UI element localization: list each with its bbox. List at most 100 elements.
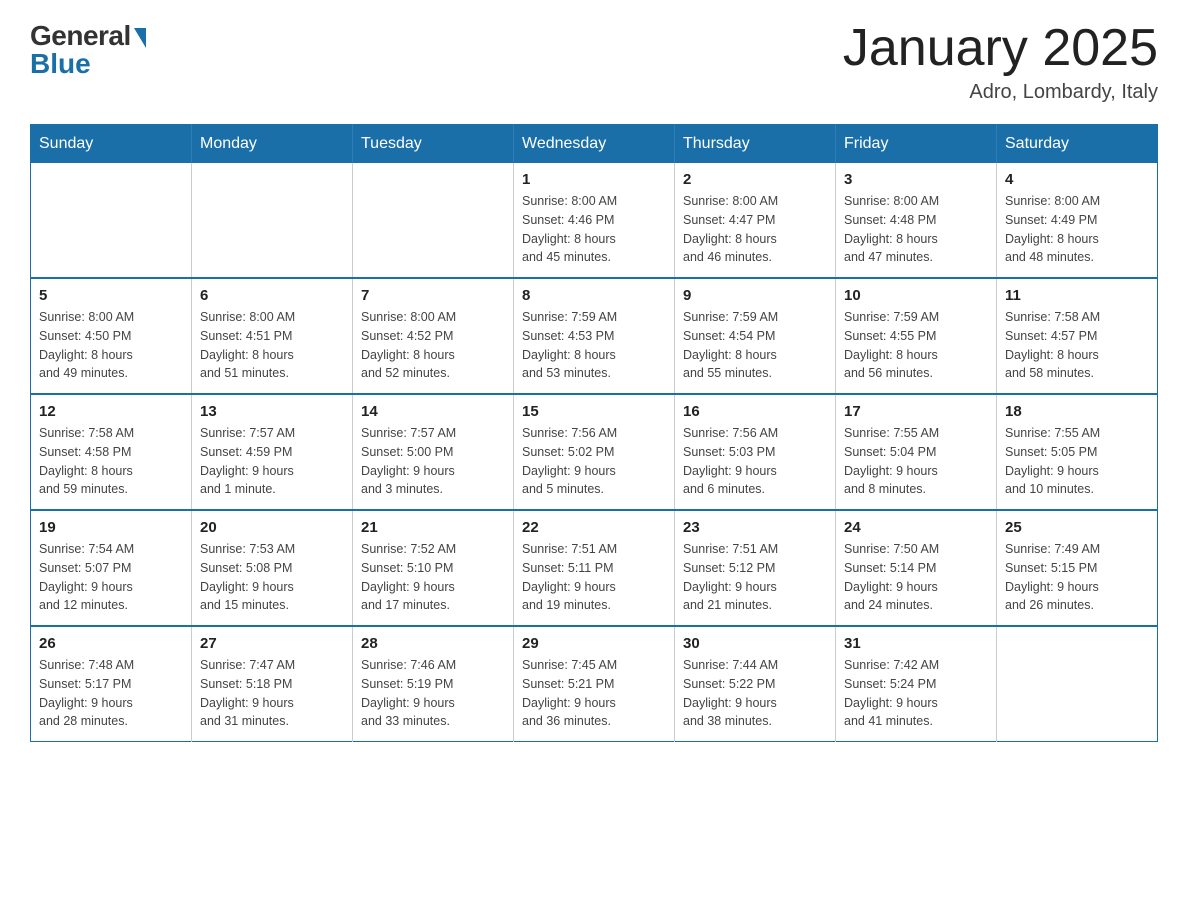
calendar-day-header-tuesday: Tuesday [353, 125, 514, 164]
calendar-cell: 30 Sunrise: 7:44 AMSunset: 5:22 PMDayligh… [675, 626, 836, 742]
day-number: 6 [200, 287, 344, 304]
calendar-cell: 1 Sunrise: 8:00 AMSunset: 4:46 PMDaylight… [514, 163, 675, 278]
calendar-cell: 16Sunrise: 7:56 AMSunset: 5:03 PMDayligh… [675, 394, 836, 510]
calendar-week-row: 19 Sunrise: 7:54 AMSunset: 5:07 PMDayligh… [31, 510, 1158, 626]
location-text: Adro, Lombardy, Italy [843, 81, 1158, 104]
month-title: January 2025 [843, 20, 1158, 77]
day-info: Sunrise: 7:54 AMSunset: 5:07 PMDaylight:… [39, 540, 183, 615]
day-number: 14 [361, 403, 505, 420]
day-info: Sunrise: 7:59 AMSunset: 4:55 PMDaylight:… [844, 308, 988, 383]
day-info: Sunrise: 7:58 AMSunset: 4:57 PMDaylight:… [1005, 308, 1149, 383]
day-info: Sunrise: 7:59 AMSunset: 4:54 PMDaylight:… [683, 308, 827, 383]
day-number: 25 [1005, 519, 1149, 536]
calendar-cell: 15Sunrise: 7:56 AMSunset: 5:02 PMDayligh… [514, 394, 675, 510]
calendar-cell: 8 Sunrise: 7:59 AMSunset: 4:53 PMDaylight… [514, 278, 675, 394]
day-info: Sunrise: 7:55 AMSunset: 5:04 PMDaylight:… [844, 424, 988, 499]
calendar-week-row: 1 Sunrise: 8:00 AMSunset: 4:46 PMDaylight… [31, 163, 1158, 278]
day-number: 19 [39, 519, 183, 536]
day-info: Sunrise: 7:46 AMSunset: 5:19 PMDaylight:… [361, 656, 505, 731]
calendar-day-header-saturday: Saturday [997, 125, 1158, 164]
day-info: Sunrise: 8:00 AMSunset: 4:49 PMDaylight:… [1005, 192, 1149, 267]
calendar-cell [997, 626, 1158, 742]
day-info: Sunrise: 8:00 AMSunset: 4:48 PMDaylight:… [844, 192, 988, 267]
day-number: 9 [683, 287, 827, 304]
day-number: 7 [361, 287, 505, 304]
calendar-cell: 18 Sunrise: 7:55 AMSunset: 5:05 PMDayligh… [997, 394, 1158, 510]
calendar-cell: 14 Sunrise: 7:57 AMSunset: 5:00 PMDayligh… [353, 394, 514, 510]
day-number: 1 [522, 171, 666, 188]
calendar-cell: 21 Sunrise: 7:52 AMSunset: 5:10 PMDayligh… [353, 510, 514, 626]
calendar-day-header-monday: Monday [192, 125, 353, 164]
calendar-cell: 19 Sunrise: 7:54 AMSunset: 5:07 PMDayligh… [31, 510, 192, 626]
day-number: 21 [361, 519, 505, 536]
calendar-header-row: SundayMondayTuesdayWednesdayThursdayFrid… [31, 125, 1158, 164]
day-number: 23 [683, 519, 827, 536]
day-info: Sunrise: 8:00 AMSunset: 4:51 PMDaylight:… [200, 308, 344, 383]
title-section: January 2025 Adro, Lombardy, Italy [843, 20, 1158, 104]
logo: General Blue [30, 20, 146, 80]
calendar-day-header-wednesday: Wednesday [514, 125, 675, 164]
day-number: 8 [522, 287, 666, 304]
day-number: 2 [683, 171, 827, 188]
day-number: 28 [361, 635, 505, 652]
calendar-cell: 27Sunrise: 7:47 AMSunset: 5:18 PMDayligh… [192, 626, 353, 742]
calendar-cell: 12 Sunrise: 7:58 AMSunset: 4:58 PMDayligh… [31, 394, 192, 510]
calendar-table: SundayMondayTuesdayWednesdayThursdayFrid… [30, 124, 1158, 742]
day-number: 30 [683, 635, 827, 652]
calendar-cell: 5Sunrise: 8:00 AMSunset: 4:50 PMDaylight… [31, 278, 192, 394]
day-info: Sunrise: 7:45 AMSunset: 5:21 PMDaylight:… [522, 656, 666, 731]
day-number: 16 [683, 403, 827, 420]
logo-triangle-icon [134, 28, 146, 48]
day-info: Sunrise: 7:49 AMSunset: 5:15 PMDaylight:… [1005, 540, 1149, 615]
calendar-cell: 3 Sunrise: 8:00 AMSunset: 4:48 PMDaylight… [836, 163, 997, 278]
day-number: 13 [200, 403, 344, 420]
day-info: Sunrise: 7:48 AMSunset: 5:17 PMDaylight:… [39, 656, 183, 731]
calendar-week-row: 12 Sunrise: 7:58 AMSunset: 4:58 PMDayligh… [31, 394, 1158, 510]
day-number: 26 [39, 635, 183, 652]
day-number: 29 [522, 635, 666, 652]
day-info: Sunrise: 7:51 AMSunset: 5:11 PMDaylight:… [522, 540, 666, 615]
day-number: 4 [1005, 171, 1149, 188]
calendar-week-row: 26 Sunrise: 7:48 AMSunset: 5:17 PMDayligh… [31, 626, 1158, 742]
calendar-cell: 2 Sunrise: 8:00 AMSunset: 4:47 PMDaylight… [675, 163, 836, 278]
day-info: Sunrise: 8:00 AMSunset: 4:50 PMDaylight:… [39, 308, 183, 383]
day-info: Sunrise: 7:51 AMSunset: 5:12 PMDaylight:… [683, 540, 827, 615]
day-info: Sunrise: 7:57 AMSunset: 4:59 PMDaylight:… [200, 424, 344, 499]
day-number: 10 [844, 287, 988, 304]
day-info: Sunrise: 8:00 AMSunset: 4:46 PMDaylight:… [522, 192, 666, 267]
day-info: Sunrise: 7:57 AMSunset: 5:00 PMDaylight:… [361, 424, 505, 499]
day-number: 3 [844, 171, 988, 188]
calendar-day-header-sunday: Sunday [31, 125, 192, 164]
calendar-cell: 28 Sunrise: 7:46 AMSunset: 5:19 PMDayligh… [353, 626, 514, 742]
day-info: Sunrise: 7:50 AMSunset: 5:14 PMDaylight:… [844, 540, 988, 615]
day-number: 18 [1005, 403, 1149, 420]
calendar-cell: 13 Sunrise: 7:57 AMSunset: 4:59 PMDayligh… [192, 394, 353, 510]
calendar-cell: 22 Sunrise: 7:51 AMSunset: 5:11 PMDayligh… [514, 510, 675, 626]
day-number: 17 [844, 403, 988, 420]
day-info: Sunrise: 7:44 AMSunset: 5:22 PMDaylight:… [683, 656, 827, 731]
calendar-cell: 20Sunrise: 7:53 AMSunset: 5:08 PMDayligh… [192, 510, 353, 626]
day-info: Sunrise: 7:42 AMSunset: 5:24 PMDaylight:… [844, 656, 988, 731]
calendar-cell: 11 Sunrise: 7:58 AMSunset: 4:57 PMDayligh… [997, 278, 1158, 394]
day-info: Sunrise: 7:58 AMSunset: 4:58 PMDaylight:… [39, 424, 183, 499]
day-info: Sunrise: 7:59 AMSunset: 4:53 PMDaylight:… [522, 308, 666, 383]
calendar-week-row: 5Sunrise: 8:00 AMSunset: 4:50 PMDaylight… [31, 278, 1158, 394]
day-number: 15 [522, 403, 666, 420]
day-info: Sunrise: 7:52 AMSunset: 5:10 PMDaylight:… [361, 540, 505, 615]
page-header: General Blue January 2025 Adro, Lombardy… [30, 20, 1158, 104]
calendar-cell: 10 Sunrise: 7:59 AMSunset: 4:55 PMDayligh… [836, 278, 997, 394]
day-number: 11 [1005, 287, 1149, 304]
calendar-cell: 24 Sunrise: 7:50 AMSunset: 5:14 PMDayligh… [836, 510, 997, 626]
calendar-cell: 26 Sunrise: 7:48 AMSunset: 5:17 PMDayligh… [31, 626, 192, 742]
day-number: 31 [844, 635, 988, 652]
day-info: Sunrise: 7:55 AMSunset: 5:05 PMDaylight:… [1005, 424, 1149, 499]
day-number: 24 [844, 519, 988, 536]
calendar-cell [353, 163, 514, 278]
day-number: 27 [200, 635, 344, 652]
day-number: 12 [39, 403, 183, 420]
calendar-cell: 9 Sunrise: 7:59 AMSunset: 4:54 PMDaylight… [675, 278, 836, 394]
day-info: Sunrise: 8:00 AMSunset: 4:52 PMDaylight:… [361, 308, 505, 383]
day-info: Sunrise: 8:00 AMSunset: 4:47 PMDaylight:… [683, 192, 827, 267]
calendar-cell [31, 163, 192, 278]
day-number: 22 [522, 519, 666, 536]
